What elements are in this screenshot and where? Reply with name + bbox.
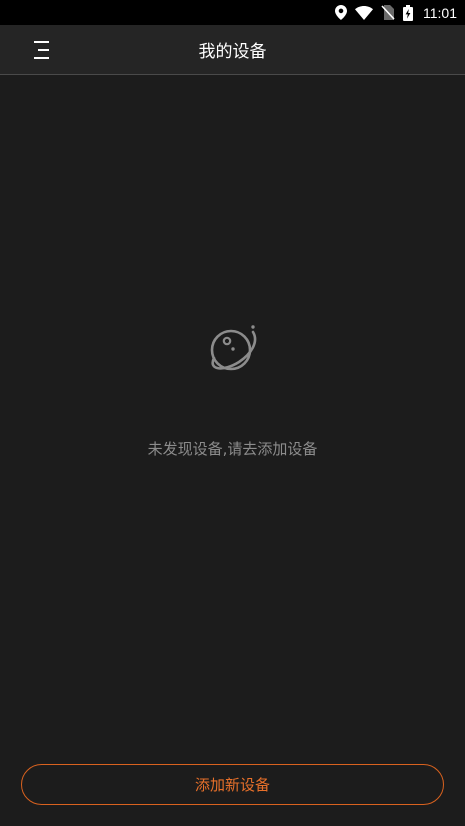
page-title: 我的设备	[198, 42, 267, 62]
no-sim-icon	[381, 5, 395, 20]
status-icons: 11:01	[335, 4, 457, 21]
empty-state: 未发现设备,请去添加设备	[0, 320, 465, 459]
empty-message: 未发现设备,请去添加设备	[147, 440, 318, 458]
menu-button[interactable]	[22, 34, 62, 66]
status-time: 11:01	[423, 4, 457, 21]
wifi-icon	[355, 5, 373, 20]
battery-charging-icon	[403, 4, 413, 21]
app-bar: 我的设备	[0, 25, 465, 75]
add-device-button[interactable]: 添加新设备	[21, 764, 444, 805]
location-icon	[335, 5, 347, 20]
planet-icon	[210, 325, 256, 371]
status-bar: 11:01	[0, 0, 465, 25]
menu-icon	[34, 41, 49, 59]
